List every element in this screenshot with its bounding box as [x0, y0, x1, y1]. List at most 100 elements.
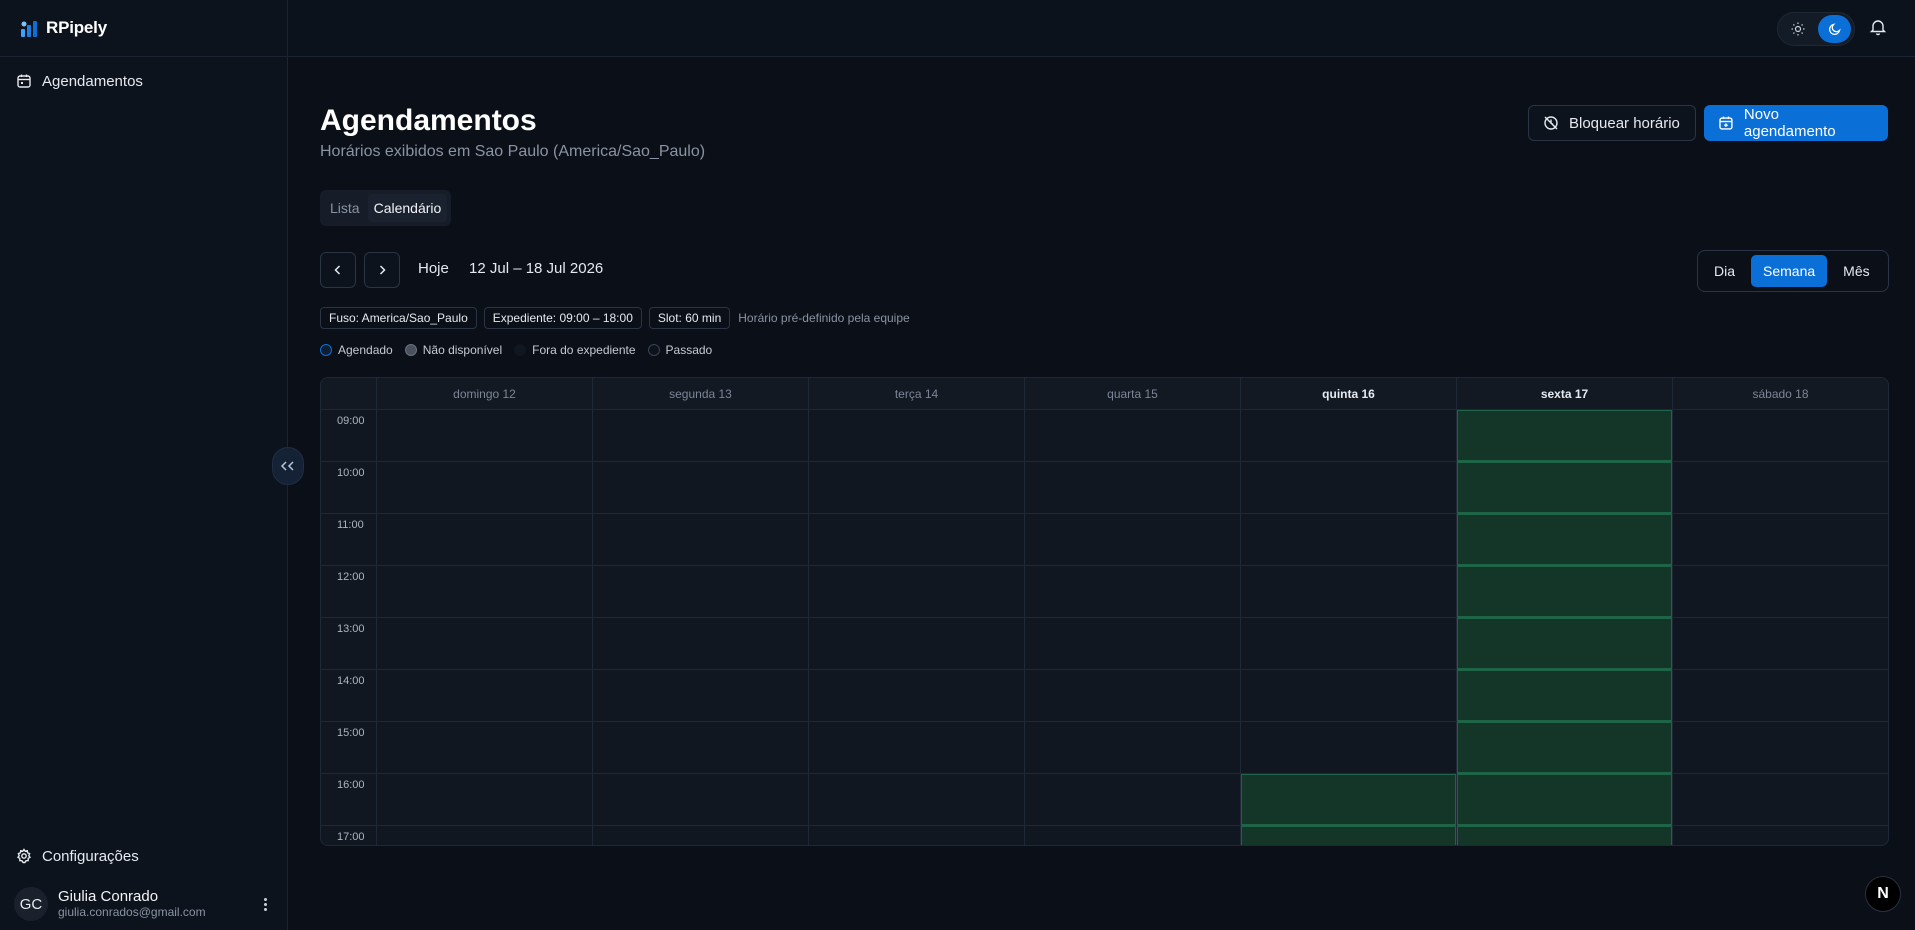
time-slot[interactable]: [809, 410, 1024, 462]
time-slot[interactable]: [1673, 514, 1888, 566]
calendar-body: 09:00 10:00 11:00 12:00 13:00 14:00 15:00 16:00…: [321, 410, 1888, 845]
time-slot[interactable]: [809, 826, 1024, 845]
appointment-slot[interactable]: [1457, 670, 1672, 722]
time-slot[interactable]: [1241, 514, 1456, 566]
time-slot[interactable]: [1673, 670, 1888, 722]
time-slot[interactable]: [593, 514, 808, 566]
time-slot[interactable]: [1025, 618, 1240, 670]
dark-theme-option[interactable]: [1818, 15, 1851, 43]
more-options-icon[interactable]: [257, 892, 273, 916]
sidebar-item-label: Agendamentos: [42, 72, 143, 90]
time-slot[interactable]: [593, 722, 808, 774]
mode-mes[interactable]: Mês: [1831, 255, 1881, 287]
appointment-slot[interactable]: [1457, 514, 1672, 566]
time-slot[interactable]: [1025, 722, 1240, 774]
time-slot[interactable]: [377, 514, 592, 566]
time-slot[interactable]: [1025, 774, 1240, 826]
timezone-chip: Fuso: America/Sao_Paulo: [320, 307, 477, 329]
time-slot[interactable]: [377, 670, 592, 722]
next-devtools-button[interactable]: N: [1865, 876, 1901, 912]
block-time-button[interactable]: Bloquear horário: [1528, 105, 1696, 141]
sidebar-item-configuracoes[interactable]: Configurações: [0, 836, 287, 876]
collapse-sidebar-button[interactable]: [272, 447, 304, 485]
time-slot[interactable]: [809, 514, 1024, 566]
time-slot[interactable]: [1241, 462, 1456, 514]
time-slot[interactable]: [1025, 670, 1240, 722]
time-slot[interactable]: [1673, 826, 1888, 845]
legend-item-passado: Passado: [647, 343, 712, 357]
brand[interactable]: RPipely: [0, 0, 287, 57]
slot-chip: Slot: 60 min: [648, 307, 731, 329]
time-slot[interactable]: [377, 722, 592, 774]
time-slot[interactable]: [1673, 410, 1888, 462]
user-menu[interactable]: GC Giulia Conrado giulia.conrados@gmail.…: [0, 884, 287, 924]
logo-icon: [21, 21, 37, 37]
time-slot[interactable]: [593, 462, 808, 514]
new-appointment-button[interactable]: Novo agendamento: [1704, 105, 1888, 141]
week-calendar: domingo 12 segunda 13 terça 14 quarta 15 qui…: [320, 377, 1889, 846]
appointment-slot[interactable]: [1457, 826, 1672, 845]
block-time-label: Bloquear horário: [1569, 114, 1680, 132]
time-slot[interactable]: [1241, 722, 1456, 774]
time-slot[interactable]: [377, 410, 592, 462]
time-slot[interactable]: [593, 670, 808, 722]
time-slot[interactable]: [809, 462, 1024, 514]
time-slot[interactable]: [377, 826, 592, 845]
appointment-slot[interactable]: [1457, 566, 1672, 618]
tab-calendario[interactable]: Calendário: [367, 194, 448, 222]
date-range-label: 12 Jul – 18 Jul 2026: [469, 260, 604, 277]
time-slot[interactable]: [1673, 566, 1888, 618]
sun-icon: [1791, 22, 1804, 36]
time-slot[interactable]: [593, 826, 808, 845]
time-slot[interactable]: [377, 618, 592, 670]
time-slot[interactable]: [593, 618, 808, 670]
time-slot[interactable]: [1673, 618, 1888, 670]
appointment-slot[interactable]: [1241, 826, 1456, 845]
time-slot[interactable]: [809, 722, 1024, 774]
time-slot[interactable]: [1673, 462, 1888, 514]
time-slot[interactable]: [593, 774, 808, 826]
sidebar-item-agendamentos[interactable]: Agendamentos: [0, 61, 287, 101]
appointment-slot[interactable]: [1241, 774, 1456, 826]
time-slot[interactable]: [1241, 566, 1456, 618]
next-week-button[interactable]: [364, 252, 400, 288]
day-header: sábado 18: [1752, 386, 1809, 401]
time-slot[interactable]: [377, 566, 592, 618]
time-slot[interactable]: [1025, 566, 1240, 618]
calendar-mode-tabs: Dia Semana Mês: [1697, 250, 1889, 292]
today-button[interactable]: Hoje: [418, 260, 449, 277]
time-label: 09:00: [321, 410, 376, 462]
time-slot[interactable]: [593, 566, 808, 618]
notifications-button[interactable]: [1869, 18, 1889, 38]
legend-dot-icon: [647, 344, 660, 356]
time-slot[interactable]: [1025, 410, 1240, 462]
mode-dia[interactable]: Dia: [1702, 255, 1747, 287]
tab-lista[interactable]: Lista: [324, 194, 366, 222]
time-slot[interactable]: [1025, 826, 1240, 845]
time-slot[interactable]: [809, 566, 1024, 618]
appointment-slot[interactable]: [1457, 722, 1672, 774]
appointment-slot[interactable]: [1457, 410, 1672, 462]
mode-semana[interactable]: Semana: [1751, 255, 1828, 287]
time-slot[interactable]: [809, 774, 1024, 826]
appointment-slot[interactable]: [1457, 774, 1672, 826]
time-slot[interactable]: [1241, 618, 1456, 670]
legend-item-agendado: Agendado: [320, 343, 393, 357]
time-slot[interactable]: [1025, 462, 1240, 514]
light-theme-option[interactable]: [1781, 15, 1814, 43]
day-header: quarta 15: [1025, 378, 1241, 409]
time-slot[interactable]: [1241, 670, 1456, 722]
appointment-slot[interactable]: [1457, 618, 1672, 670]
time-slot[interactable]: [1673, 722, 1888, 774]
time-slot[interactable]: [1025, 514, 1240, 566]
time-slot[interactable]: [593, 410, 808, 462]
time-slot[interactable]: [377, 774, 592, 826]
previous-week-button[interactable]: [320, 252, 356, 288]
time-slot[interactable]: [1673, 774, 1888, 826]
time-slot[interactable]: [377, 462, 592, 514]
theme-toggle[interactable]: [1777, 12, 1855, 46]
time-slot[interactable]: [809, 618, 1024, 670]
time-slot[interactable]: [809, 670, 1024, 722]
appointment-slot[interactable]: [1457, 462, 1672, 514]
time-slot[interactable]: [1241, 410, 1456, 462]
